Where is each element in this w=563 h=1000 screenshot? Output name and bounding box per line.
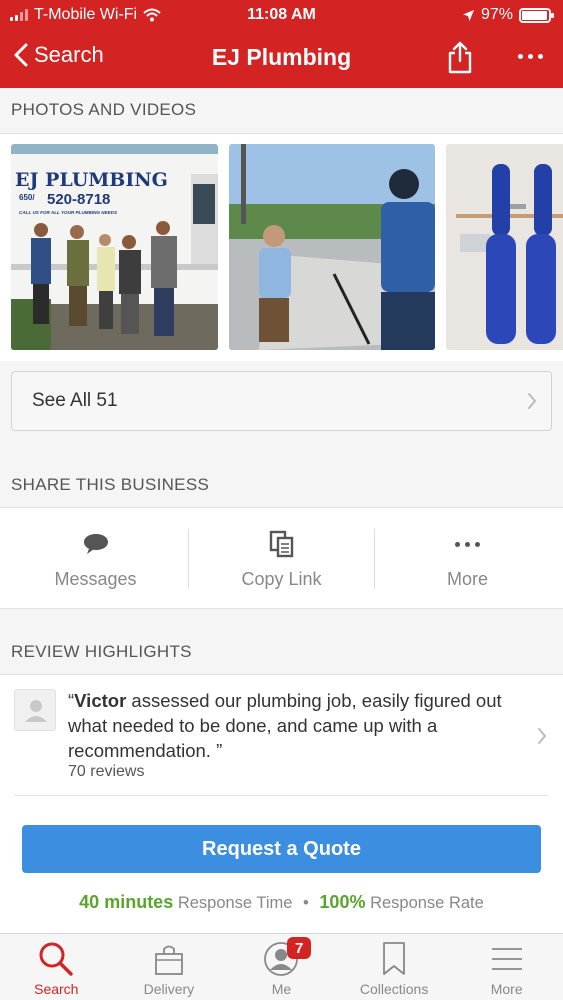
tab-search-label: Search: [34, 981, 79, 997]
menu-icon: [491, 948, 522, 970]
location-arrow-icon: [462, 9, 474, 21]
share-more-button[interactable]: More: [374, 508, 561, 608]
review-highlight-item[interactable]: “Victor assessed our plumbing job, easil…: [0, 674, 563, 801]
photos-heading: PHOTOS AND VIDEOS: [11, 100, 197, 119]
photo-truck[interactable]: EJ PLUMBING 650/ 520-8718 CALL US FOR AL…: [11, 144, 218, 350]
tab-delivery[interactable]: Delivery: [113, 934, 226, 1000]
see-all-label: See All 51: [32, 390, 118, 411]
see-all-photos-button[interactable]: See All 51: [11, 371, 552, 431]
tab-me-label: Me: [271, 981, 292, 997]
tab-search[interactable]: Search: [0, 934, 113, 1000]
more-options-icon[interactable]: [518, 54, 543, 59]
review-highlight-word: Victor: [74, 690, 127, 711]
review-count: 70 reviews: [68, 763, 145, 780]
bookmark-icon: [383, 942, 405, 975]
tab-more[interactable]: More: [450, 934, 563, 1000]
review-highlights-heading: REVIEW HIGHLIGHTS: [11, 642, 192, 661]
notification-badge: 7: [287, 937, 312, 959]
tab-more-label: More: [490, 981, 523, 997]
photo-water-filters[interactable]: [446, 144, 563, 350]
tab-me[interactable]: 7 Me: [225, 934, 338, 1000]
photo-workers[interactable]: [229, 144, 435, 350]
truck-sign-phone-prefix: 650/: [19, 193, 35, 202]
truck-sign-phone: 520-8718: [47, 191, 110, 208]
response-time-value: 40 minutes: [79, 892, 174, 912]
back-button[interactable]: Search: [14, 42, 104, 68]
status-right: 97%: [462, 6, 554, 24]
share-messages-label: Messages: [54, 569, 137, 589]
quote-cta-area: Request a Quote 40 minutes Response Time…: [0, 801, 563, 933]
status-bar: T-Mobile Wi-Fi 11:08 AM 97%: [0, 0, 563, 30]
photo-carousel[interactable]: EJ PLUMBING 650/ 520-8718 CALL US FOR AL…: [0, 133, 563, 361]
delivery-bag-icon: [154, 945, 183, 975]
response-time-label: Response Time: [177, 894, 293, 912]
divider: [14, 795, 549, 796]
nav-bar: Search EJ Plumbing: [0, 30, 563, 88]
response-stats: 40 minutes Response Time • 100% Response…: [0, 892, 563, 913]
share-heading: SHARE THIS BUSINESS: [11, 475, 210, 494]
request-quote-button[interactable]: Request a Quote: [22, 825, 541, 873]
copy-link-label: Copy Link: [241, 569, 322, 589]
share-messages-button[interactable]: Messages: [2, 508, 189, 608]
tab-delivery-label: Delivery: [143, 981, 195, 997]
share-options: Messages Copy Link More: [0, 507, 563, 609]
copy-link-button[interactable]: Copy Link: [188, 508, 375, 608]
share-icon[interactable]: [445, 40, 475, 74]
separator-bullet: •: [303, 894, 309, 912]
chevron-right-icon: [538, 728, 547, 744]
review-quote: “Victor assessed our plumbing job, easil…: [68, 688, 508, 763]
speech-bubble-icon: [83, 534, 108, 554]
bottom-tab-bar: Search Delivery 7 Me Collections More: [0, 933, 563, 1000]
chevron-right-icon: [528, 393, 537, 409]
response-rate-value: 100%: [319, 892, 366, 912]
search-icon: [39, 942, 73, 976]
app-header: T-Mobile Wi-Fi 11:08 AM 97% Search EJ Pl…: [0, 0, 563, 88]
truck-sign-tagline: CALL US FOR ALL YOUR PLUMBING NEEDS: [19, 210, 118, 215]
back-label: Search: [34, 42, 104, 67]
truck-sign-name: EJ PLUMBING: [15, 169, 168, 191]
copy-icon: [269, 530, 293, 558]
more-dots-icon: [455, 541, 480, 547]
battery-icon: [519, 7, 554, 23]
tab-collections[interactable]: Collections: [338, 934, 451, 1000]
review-text: assessed our plumbing job, easily figure…: [68, 690, 502, 761]
tab-collections-label: Collections: [359, 981, 429, 997]
user-avatar-placeholder-icon: [14, 689, 56, 731]
battery-percent: 97%: [480, 6, 513, 23]
share-more-label: More: [446, 569, 488, 589]
response-rate-label: Response Rate: [370, 894, 484, 912]
chevron-left-icon: [14, 43, 28, 67]
